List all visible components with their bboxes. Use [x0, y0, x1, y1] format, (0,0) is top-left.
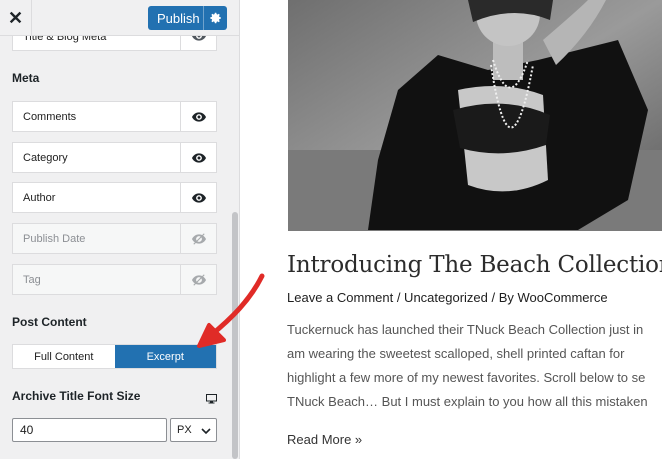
excerpt-line: TNuck Beach… But I must explain to you h… [287, 394, 648, 409]
eye-hidden-icon[interactable] [180, 224, 216, 253]
panel-scrollbar[interactable] [232, 212, 238, 459]
font-unit-select[interactable]: PX [170, 418, 217, 442]
post-content-section-title: Post Content [12, 315, 87, 329]
font-size-input[interactable]: 40 [12, 418, 167, 442]
publish-label: Publish [157, 10, 200, 26]
field-label: Tag [23, 273, 41, 286]
eye-icon[interactable] [180, 143, 216, 172]
customizer-panel: ✕ Publish Title & Blog Meta Meta Comment… [0, 0, 240, 459]
post-featured-image [288, 0, 662, 231]
read-more-link[interactable]: Read More » [287, 432, 362, 447]
close-button[interactable]: ✕ [0, 0, 32, 36]
excerpt-line: highlight a few more of my newest favori… [287, 370, 646, 385]
excerpt-line: am wearing the sweetest scalloped, shell… [287, 346, 625, 361]
gear-icon[interactable] [204, 12, 227, 24]
meta-section-title: Meta [12, 71, 40, 85]
excerpt-option[interactable]: Excerpt [114, 345, 216, 368]
field-label: Publish Date [23, 232, 86, 245]
panel-header: ✕ Publish [0, 0, 239, 36]
eye-icon[interactable] [180, 183, 216, 212]
post-title[interactable]: Introducing The Beach Collection [287, 252, 662, 278]
field-label: Author [23, 191, 56, 204]
eye-icon[interactable] [180, 102, 216, 131]
excerpt-line: Tuckernuck has launched their TNuck Beac… [287, 322, 644, 337]
chevron-down-icon [201, 426, 211, 438]
field-label: Comments [23, 110, 77, 123]
close-icon: ✕ [7, 7, 24, 28]
meta-item-author[interactable]: Author [12, 182, 217, 213]
desktop-icon[interactable] [206, 391, 217, 409]
full-content-option[interactable]: Full Content [13, 345, 115, 368]
eye-hidden-icon[interactable] [180, 265, 216, 294]
publish-button[interactable]: Publish [148, 6, 227, 30]
font-size-label: Archive Title Font Size [12, 389, 141, 403]
meta-item-publish-date[interactable]: Publish Date [12, 223, 217, 254]
post-meta: Leave a Comment / Uncategorized / By Woo… [287, 290, 608, 305]
post-content-toggle: Full Content Excerpt [12, 344, 217, 369]
field-label: Category [23, 151, 68, 164]
unit-value: PX [177, 424, 192, 436]
meta-item-category[interactable]: Category [12, 142, 217, 173]
meta-item-tag[interactable]: Tag [12, 264, 217, 295]
meta-item-comments[interactable]: Comments [12, 101, 217, 132]
